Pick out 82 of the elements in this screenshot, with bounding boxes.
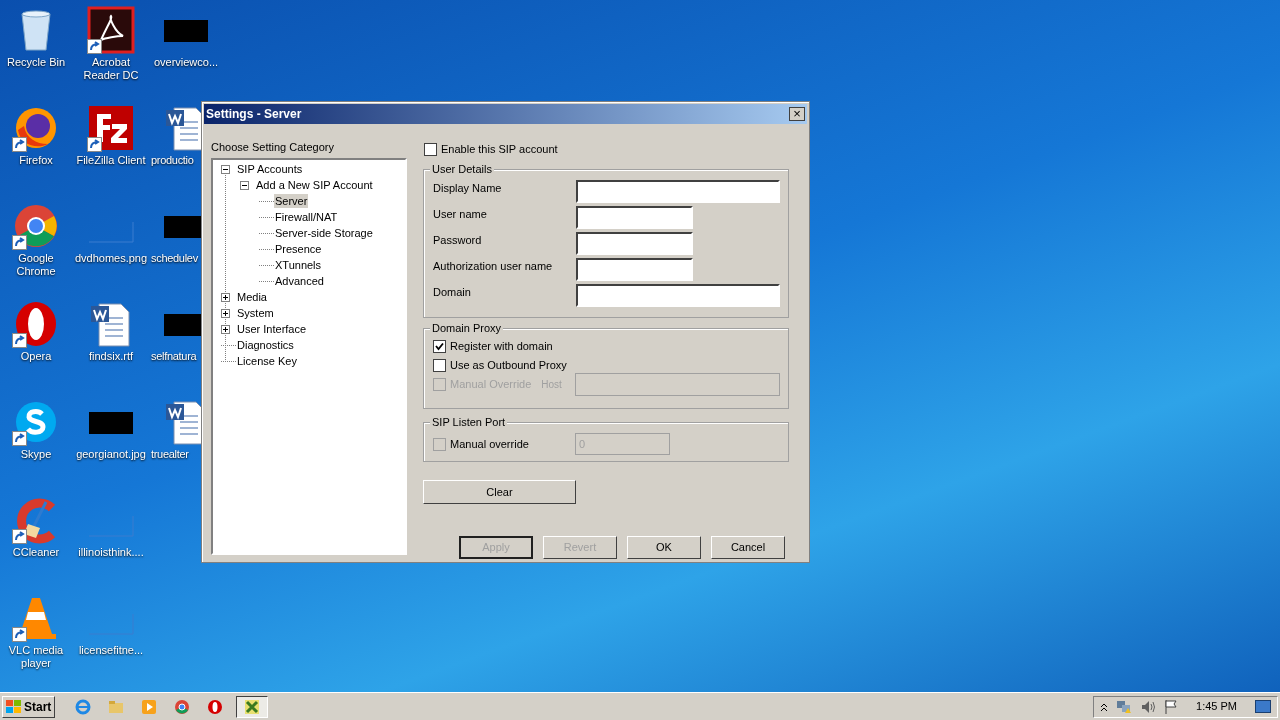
expand-icon[interactable] <box>221 308 230 318</box>
tree-item[interactable]: Media <box>236 290 268 304</box>
desktop-icon-label[interactable]: VLC media player <box>0 644 74 670</box>
tree-item[interactable]: User Interface <box>236 322 308 336</box>
dialog-button[interactable]: Cancel <box>711 536 785 559</box>
tree-item[interactable]: Presence <box>274 242 323 256</box>
tree-item[interactable]: Add a New SIP Account <box>255 178 374 192</box>
tree-item[interactable]: Firewall/NAT <box>274 210 339 224</box>
desktop-icon-label[interactable]: Google Chrome <box>0 252 74 278</box>
x-app-icon <box>244 698 261 715</box>
clock[interactable]: 1:45 PM <box>1196 698 1237 715</box>
chrome-browser-icon <box>174 698 191 715</box>
tree-item[interactable]: XTunnels <box>274 258 323 272</box>
field-label: Password <box>433 233 483 248</box>
checkmark-icon <box>435 342 444 351</box>
desktop-icon-label[interactable]: dvdhomes.png <box>73 252 149 265</box>
checkbox-label: Use as Outbound Proxy <box>450 358 567 374</box>
desktop-icon-label[interactable]: selfnatura <box>151 350 197 363</box>
desktop-icon-label[interactable]: Opera <box>0 350 74 363</box>
tree-item[interactable]: Server <box>274 194 309 208</box>
group-title: SIP Listen Port <box>430 415 508 429</box>
text-field[interactable] <box>576 232 693 255</box>
text-field[interactable] <box>576 258 693 281</box>
collapse-icon[interactable] <box>240 180 249 190</box>
checkbox[interactable] <box>433 340 446 353</box>
expand-icon[interactable] <box>221 292 230 302</box>
desktop-icon-label[interactable]: illinoisthink.... <box>73 546 149 559</box>
dialog-button[interactable]: OK <box>627 536 701 559</box>
chevron-up-icon[interactable] <box>1100 701 1109 712</box>
pdf-app-icon <box>87 6 135 54</box>
media-player-icon <box>141 698 158 715</box>
desktop-icon-label[interactable]: truealter <box>151 448 189 461</box>
desktop-icon-label[interactable]: FileZilla Client <box>73 154 149 167</box>
checkbox-label: Register with domain <box>450 339 553 355</box>
field-label: Display Name <box>433 181 503 196</box>
tree-item[interactable]: Server-side Storage <box>274 226 374 240</box>
collapse-icon[interactable] <box>221 164 230 174</box>
checkbox[interactable] <box>433 437 446 451</box>
desktop-icon-label[interactable]: findsix.rtf <box>73 350 149 363</box>
checkbox[interactable] <box>424 142 437 156</box>
internet-explorer-icon <box>75 698 92 715</box>
category-label: Choose Setting Category <box>211 140 335 155</box>
group-title: User Details <box>430 162 494 176</box>
desktop-icon-label[interactable]: georgianot.jpg <box>73 448 149 461</box>
network-icon[interactable] <box>1116 698 1133 715</box>
tree-item[interactable]: Advanced <box>274 274 325 288</box>
desktop-icon-label[interactable]: Skype <box>0 448 74 461</box>
tree-item[interactable]: License Key <box>236 354 298 368</box>
folder-icon <box>108 698 125 715</box>
checkbox-label: Manual override <box>450 436 530 452</box>
desktop-icon-label[interactable]: Acrobat Reader DC <box>73 56 149 82</box>
desktop-icon-label[interactable]: licensefitne... <box>73 644 149 657</box>
tree-item[interactable]: SIP Accounts <box>236 162 304 176</box>
show-desktop-icon[interactable] <box>1255 699 1271 714</box>
chrome-browser-icon <box>12 202 60 250</box>
text-field[interactable] <box>576 284 780 307</box>
desktop-icon-label[interactable]: overviewco... <box>148 56 224 69</box>
field-label: User name <box>433 207 488 222</box>
tree-item[interactable]: Diagnostics <box>236 338 295 352</box>
desktop-icon-label[interactable]: Recycle Bin <box>0 56 74 69</box>
close-button[interactable]: × <box>789 107 805 121</box>
transfer-app-icon <box>87 104 135 152</box>
checkbox[interactable] <box>433 359 446 372</box>
window-title: Settings - Server <box>206 106 302 123</box>
opera-browser-icon <box>207 698 224 715</box>
taskbar-app-button[interactable] <box>236 695 269 718</box>
desktop-icon-label[interactable]: Firefox <box>0 154 74 167</box>
start-button[interactable]: Start <box>2 695 56 718</box>
flag-icon[interactable] <box>1164 698 1179 715</box>
clear-button[interactable]: Clear <box>423 480 576 504</box>
text-field[interactable] <box>576 180 780 203</box>
expand-icon[interactable] <box>221 324 230 334</box>
desktop-icon-label[interactable]: schedulev <box>151 252 198 265</box>
field-label: Domain <box>433 285 472 300</box>
desktop-icon-label[interactable]: CCleaner <box>0 546 74 559</box>
group-title: Domain Proxy <box>430 321 504 335</box>
tree-item[interactable]: System <box>236 306 275 320</box>
text-field[interactable] <box>576 206 693 229</box>
checkbox-label: Enable this SIP account <box>441 141 558 157</box>
windows-logo-icon <box>6 699 22 714</box>
field-label: Authorization user name <box>433 259 554 274</box>
desktop-icon-label[interactable]: productio <box>151 154 194 167</box>
